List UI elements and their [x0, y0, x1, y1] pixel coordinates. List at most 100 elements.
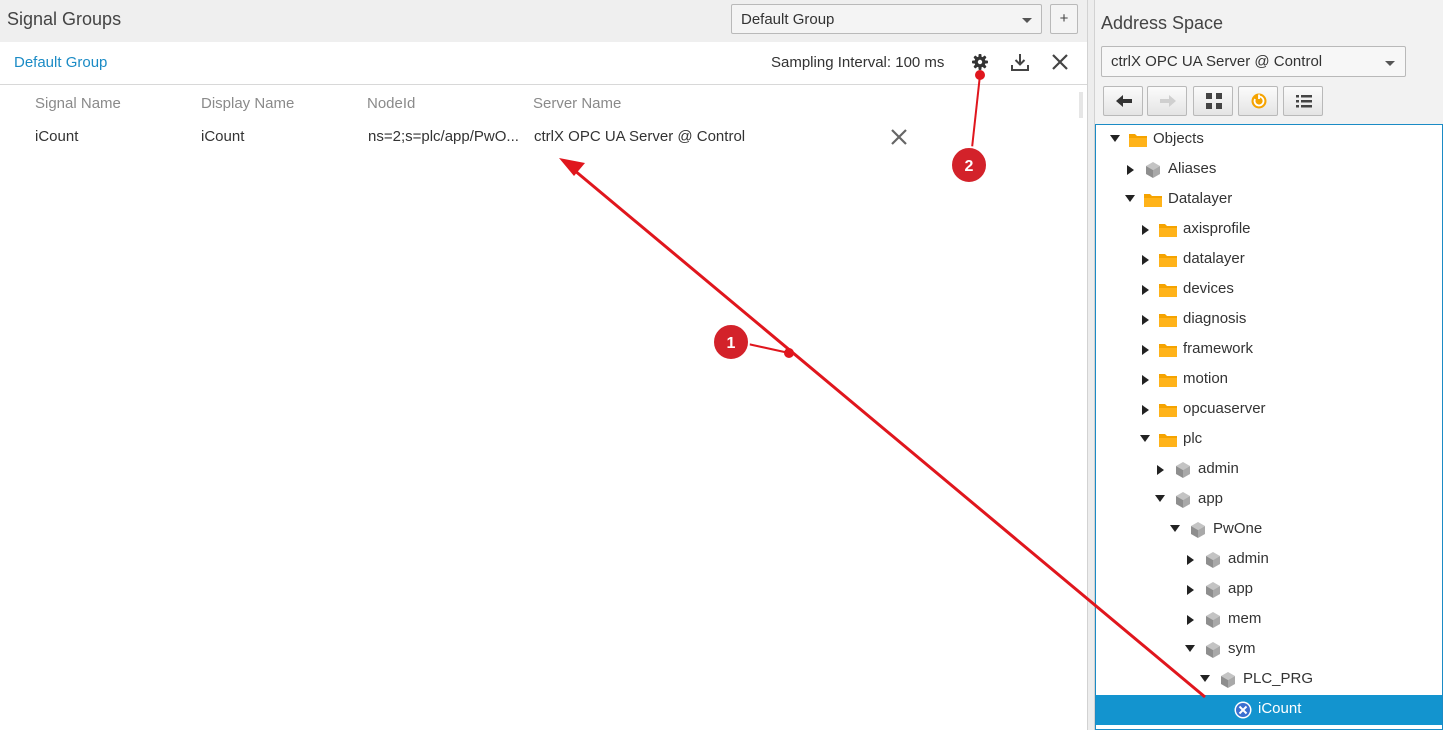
tree-node[interactable]: devices — [1096, 275, 1442, 305]
expand-arrow-icon[interactable] — [1142, 375, 1149, 385]
list-icon — [1296, 95, 1312, 108]
remove-signal-icon[interactable] — [890, 128, 908, 146]
server-select[interactable]: ctrlX OPC UA Server @ Control — [1101, 46, 1406, 77]
object-cube-icon — [1146, 162, 1160, 178]
scrollbar[interactable] — [1079, 92, 1083, 118]
tree-node[interactable]: PwOne — [1096, 515, 1442, 545]
nodeid-cell: ns=2;s=plc/app/PwO... — [368, 128, 519, 145]
chevron-down-icon — [1385, 61, 1395, 66]
object-cube-icon — [1206, 582, 1220, 598]
expand-arrow-icon[interactable] — [1142, 345, 1149, 355]
column-header-server-name[interactable]: Server Name — [533, 95, 621, 112]
tree-node[interactable]: motion — [1096, 365, 1442, 395]
expand-arrow-icon[interactable] — [1187, 555, 1194, 565]
expand-arrow-icon[interactable] — [1142, 285, 1149, 295]
tree-node[interactable]: datalayer — [1096, 245, 1442, 275]
tree-node[interactable]: iCount — [1096, 695, 1442, 725]
tree-node[interactable]: app — [1096, 575, 1442, 605]
back-icon — [1116, 95, 1132, 107]
expand-arrow-icon[interactable] — [1142, 315, 1149, 325]
tree-node-label: admin — [1198, 460, 1239, 477]
tree-node[interactable]: diagnosis — [1096, 305, 1442, 335]
expand-arrow-icon[interactable] — [1142, 255, 1149, 265]
object-cube-icon — [1206, 642, 1220, 658]
tree-node[interactable]: PLC_PRG — [1096, 665, 1442, 695]
tree-node-label: framework — [1183, 340, 1254, 357]
expand-arrow-icon[interactable] — [1187, 585, 1194, 595]
expand-arrow-icon[interactable] — [1142, 225, 1149, 235]
tree-node-label: axisprofile — [1183, 220, 1251, 237]
tree-node[interactable]: sym — [1096, 635, 1442, 665]
tree-node-label: opcuaserver — [1183, 400, 1266, 417]
collapse-arrow-icon[interactable] — [1185, 645, 1195, 652]
forward-button[interactable] — [1147, 86, 1187, 116]
tree-node[interactable]: opcuaserver — [1096, 395, 1442, 425]
back-button[interactable] — [1103, 86, 1143, 116]
gear-icon[interactable] — [970, 52, 990, 72]
expand-arrow-icon[interactable] — [1157, 465, 1164, 475]
folder-icon — [1159, 314, 1177, 327]
server-name-cell: ctrlX OPC UA Server @ Control — [534, 128, 746, 145]
tree-node[interactable]: Objects — [1096, 125, 1442, 155]
add-group-button[interactable]: + — [1050, 4, 1078, 34]
folder-icon — [1144, 194, 1162, 207]
expand-button[interactable] — [1193, 86, 1233, 116]
folder-icon — [1159, 284, 1177, 297]
column-header-nodeid[interactable]: NodeId — [367, 95, 415, 112]
tree-node-label: mem — [1228, 610, 1262, 627]
tree-node[interactable]: plc — [1096, 425, 1442, 455]
group-toolbar: Default Group Sampling Interval: 100 ms — [0, 42, 1087, 85]
panel-splitter[interactable] — [1087, 0, 1095, 730]
panel-title: Address Space — [1101, 13, 1224, 33]
column-header-signal-name[interactable]: Signal Name — [35, 95, 121, 112]
folder-icon — [1159, 434, 1177, 447]
tree-node-label: Aliases — [1168, 160, 1217, 177]
folder-icon — [1129, 134, 1147, 147]
collapse-arrow-icon[interactable] — [1155, 495, 1165, 502]
folder-icon — [1159, 224, 1177, 237]
chevron-down-icon — [1022, 18, 1032, 23]
tree-node[interactable]: axisprofile — [1096, 215, 1442, 245]
tree-node-label: PLC_PRG — [1243, 670, 1314, 687]
list-view-button[interactable] — [1283, 86, 1323, 116]
variable-icon — [1234, 701, 1252, 719]
tree-node-label: PwOne — [1213, 520, 1263, 537]
collapse-arrow-icon[interactable] — [1140, 435, 1150, 442]
tree-node[interactable]: mem — [1096, 605, 1442, 635]
expand-icon — [1206, 93, 1222, 109]
collapse-arrow-icon[interactable] — [1200, 675, 1210, 682]
object-cube-icon — [1206, 552, 1220, 568]
folder-icon — [1159, 254, 1177, 267]
expand-arrow-icon[interactable] — [1187, 615, 1194, 625]
refresh-button[interactable] — [1238, 86, 1278, 116]
expand-arrow-icon[interactable] — [1127, 165, 1134, 175]
column-header-display-name[interactable]: Display Name — [201, 95, 294, 112]
object-cube-icon — [1176, 462, 1190, 478]
forward-icon — [1160, 95, 1176, 107]
signal-groups-header: Signal Groups Default Group + — [0, 0, 1087, 42]
server-select-value: ctrlX OPC UA Server @ Control — [1111, 53, 1323, 70]
expand-arrow-icon[interactable] — [1142, 405, 1149, 415]
tree-node-label: plc — [1183, 430, 1203, 447]
download-icon[interactable] — [1010, 52, 1030, 72]
collapse-arrow-icon[interactable] — [1125, 195, 1135, 202]
group-select-value: Default Group — [741, 11, 835, 28]
sampling-interval: Sampling Interval: 100 ms — [771, 54, 945, 71]
tree-node[interactable]: admin — [1096, 455, 1442, 485]
tree-node[interactable]: Aliases — [1096, 155, 1442, 185]
display-name-cell[interactable]: iCount — [201, 128, 244, 145]
panel-title: Signal Groups — [7, 9, 122, 29]
group-tab[interactable]: Default Group — [14, 54, 107, 71]
group-select[interactable]: Default Group — [731, 4, 1042, 34]
tree-node-label: Objects — [1153, 130, 1204, 147]
close-icon[interactable] — [1050, 52, 1070, 72]
collapse-arrow-icon[interactable] — [1170, 525, 1180, 532]
tree-node[interactable]: admin — [1096, 545, 1442, 575]
collapse-arrow-icon[interactable] — [1110, 135, 1120, 142]
tree-node[interactable]: framework — [1096, 335, 1442, 365]
tree-node-label: app — [1198, 490, 1224, 507]
refresh-icon — [1251, 93, 1267, 109]
tree-node-label: iCount — [1258, 700, 1302, 717]
tree-node[interactable]: app — [1096, 485, 1442, 515]
tree-node[interactable]: Datalayer — [1096, 185, 1442, 215]
